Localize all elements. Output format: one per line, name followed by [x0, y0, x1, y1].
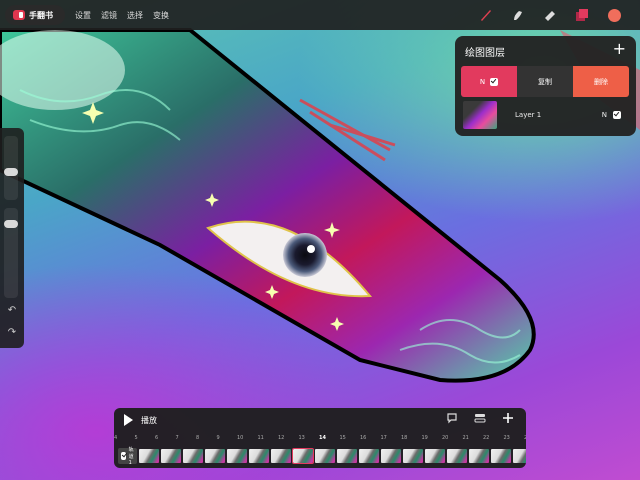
delete-button[interactable]: 删除 — [573, 66, 629, 97]
animation-timeline: 播放 456789101112131415161718192021222324 … — [114, 408, 526, 468]
frame-number[interactable]: 20 — [442, 435, 463, 445]
track-name: 轨道 1 — [128, 447, 134, 466]
frame-thumbnail[interactable] — [513, 449, 526, 463]
frame-number[interactable]: 23 — [504, 435, 525, 445]
layers-panel-title: 绘图图层 — [465, 48, 505, 59]
frame-number[interactable]: 21 — [463, 435, 484, 445]
frame-number[interactable]: 13 — [299, 435, 320, 445]
menu-settings[interactable]: 设置 — [75, 10, 91, 21]
layer-actions: N 复制 删除 — [461, 66, 629, 97]
layer-visibility-checkbox[interactable] — [613, 111, 621, 119]
timeline-tools — [446, 412, 514, 424]
duplicate-button[interactable]: 复制 — [517, 66, 573, 97]
layer-mode-button[interactable]: N — [461, 66, 517, 97]
layer-blend-mode[interactable]: N — [602, 111, 607, 119]
frame-number[interactable]: 7 — [176, 435, 197, 445]
frame-number[interactable]: 22 — [483, 435, 504, 445]
layers-tool[interactable] — [572, 5, 592, 25]
top-toolbar: 手翻书 设置 滤镜 选择 变换 — [0, 0, 640, 30]
track-row: 轨道 1 — [118, 447, 526, 466]
checkbox-icon — [490, 77, 499, 86]
menu-selection[interactable]: 选择 — [127, 10, 143, 21]
eraser-icon — [545, 11, 555, 21]
layer-mode-label: N — [479, 77, 486, 86]
brush-tool[interactable] — [476, 5, 496, 25]
frame-thumbnail[interactable] — [425, 449, 446, 463]
frame-thumbnail[interactable] — [469, 449, 490, 463]
app-title: 手翻书 — [29, 10, 53, 20]
frame-number[interactable]: 15 — [340, 435, 361, 445]
frame-thumbnail[interactable] — [315, 449, 336, 463]
gallery-button[interactable]: 手翻书 — [5, 5, 65, 25]
brush-icon — [481, 10, 491, 21]
frame-thumbnail[interactable] — [227, 449, 248, 463]
app-logo-icon — [13, 10, 25, 20]
layers-panel: 绘图图层 + N 复制 删除 Layer 1 N — [455, 36, 636, 136]
frame-number[interactable]: 5 — [135, 435, 156, 445]
frame-number[interactable]: 4 — [114, 435, 135, 445]
frame-thumbnail[interactable] — [139, 449, 160, 463]
frame-thumbnail[interactable] — [381, 449, 402, 463]
comment-icon[interactable] — [446, 412, 458, 424]
frame-thumbnail[interactable] — [183, 449, 204, 463]
frame-thumbnail[interactable] — [491, 449, 512, 463]
frame-number[interactable]: 19 — [422, 435, 443, 445]
frame-number[interactable]: 10 — [237, 435, 258, 445]
menu-transform[interactable]: 变换 — [153, 10, 169, 21]
top-menu: 设置 滤镜 选择 变换 — [75, 0, 169, 30]
track-checkbox[interactable] — [121, 452, 126, 460]
layer-name: Layer 1 — [515, 111, 542, 119]
layers-icon — [576, 9, 588, 21]
frame-thumbnail[interactable] — [447, 449, 468, 463]
frame-thumbnail[interactable] — [271, 449, 292, 463]
opacity-knob[interactable] — [4, 220, 18, 228]
color-tool[interactable] — [604, 5, 624, 25]
menu-adjustments[interactable]: 滤镜 — [101, 10, 117, 21]
smudge-tool[interactable] — [508, 5, 528, 25]
brush-size-knob[interactable] — [4, 168, 18, 176]
frame-number[interactable]: 6 — [155, 435, 176, 445]
frame-thumbnail[interactable] — [337, 449, 358, 463]
frame-strip — [139, 448, 526, 464]
frame-thumbnail[interactable] — [292, 448, 315, 464]
frame-number[interactable]: 16 — [360, 435, 381, 445]
undo-icon[interactable]: ↶ — [5, 304, 19, 318]
tool-group — [476, 5, 624, 25]
frame-thumbnail[interactable] — [161, 449, 182, 463]
smudge-icon — [514, 11, 522, 20]
layer-row[interactable]: Layer 1 N — [461, 100, 629, 130]
redo-icon[interactable]: ↷ — [5, 326, 19, 340]
frame-thumbnail[interactable] — [205, 449, 226, 463]
frame-thumbnail[interactable] — [403, 449, 424, 463]
onion-skin-icon[interactable] — [474, 412, 486, 424]
frame-thumbnail[interactable] — [359, 449, 380, 463]
frame-number[interactable]: 9 — [217, 435, 238, 445]
frame-number[interactable]: 17 — [381, 435, 402, 445]
track-label[interactable]: 轨道 1 — [118, 447, 138, 466]
left-sidebar: ↶ ↷ — [0, 128, 24, 348]
play-label[interactable]: 播放 — [141, 415, 157, 426]
frame-thumbnail[interactable] — [249, 449, 270, 463]
play-icon[interactable] — [124, 414, 133, 426]
add-frame-icon[interactable] — [502, 412, 514, 424]
frame-number[interactable]: 8 — [196, 435, 217, 445]
plus-icon[interactable]: + — [613, 41, 626, 57]
color-swatch — [607, 8, 621, 22]
frame-number[interactable]: 11 — [258, 435, 279, 445]
layer-thumbnail — [463, 101, 497, 129]
frame-number[interactable]: 24 — [524, 435, 526, 445]
frame-number[interactable]: 18 — [401, 435, 422, 445]
frame-number[interactable]: 12 — [278, 435, 299, 445]
eraser-tool[interactable] — [540, 5, 560, 25]
frame-number[interactable]: 14 — [319, 435, 340, 445]
frame-ruler[interactable]: 456789101112131415161718192021222324 — [114, 435, 526, 445]
